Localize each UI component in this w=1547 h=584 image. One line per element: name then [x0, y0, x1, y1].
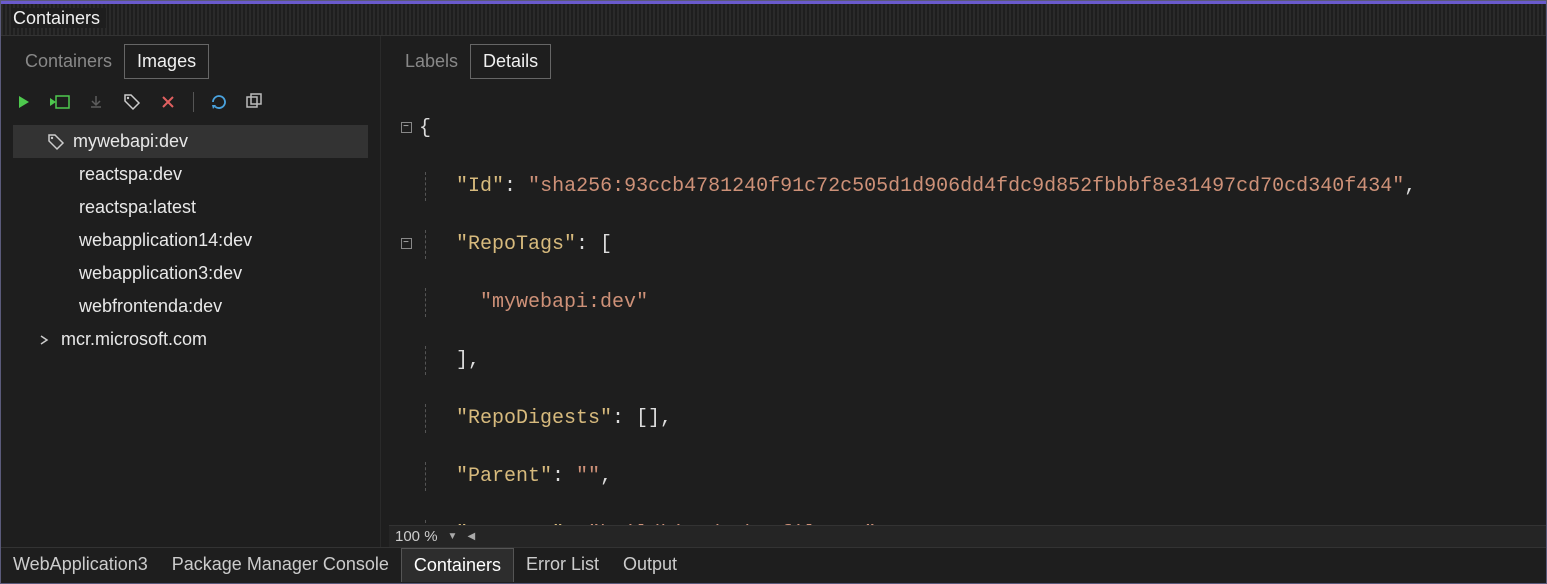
list-item-label: mywebapi:dev — [73, 131, 188, 152]
list-item[interactable]: reactspa:latest — [13, 191, 368, 224]
json-value-id: sha256:93ccb4781240f91c72c505d1d906dd4fd… — [540, 175, 1392, 198]
fold-toggle[interactable]: − — [401, 122, 412, 133]
prune-icon[interactable] — [244, 91, 266, 113]
list-item[interactable]: mcr.microsoft.com — [13, 323, 368, 356]
left-toolbar — [13, 87, 368, 121]
list-item-label: mcr.microsoft.com — [61, 329, 207, 350]
tab-labels[interactable]: Labels — [393, 45, 470, 78]
toolbar-separator — [193, 92, 194, 112]
tag-icon[interactable] — [121, 91, 143, 113]
list-item[interactable]: reactspa:dev — [13, 158, 368, 191]
bottom-tab-errorlist[interactable]: Error List — [514, 548, 611, 581]
tab-images[interactable]: Images — [124, 44, 209, 79]
delete-icon[interactable] — [157, 91, 179, 113]
bottom-tab-containers[interactable]: Containers — [401, 548, 514, 582]
json-viewer[interactable]: −{ "Id": "sha256:93ccb4781240f91c72c505d… — [389, 85, 1546, 525]
list-item-label: webapplication3:dev — [79, 263, 242, 284]
list-item-label: webfrontenda:dev — [79, 296, 222, 317]
zoom-bar: 100 % ▼ ◀ — [389, 525, 1546, 547]
bottom-tab-output[interactable]: Output — [611, 548, 689, 581]
zoom-level[interactable]: 100 % — [395, 528, 438, 545]
right-tabs: Labels Details — [389, 44, 1546, 79]
left-tabs: Containers Images — [13, 44, 368, 79]
list-item[interactable]: webfrontenda:dev — [13, 290, 368, 323]
download-icon[interactable] — [85, 91, 107, 113]
bottom-tabs: WebApplication3 Package Manager Console … — [1, 547, 1546, 581]
chevron-right-icon[interactable] — [39, 335, 53, 345]
json-value-repotag: mywebapi:dev — [492, 291, 636, 314]
json-value-comment: buildkit.dockerfile.v0 — [600, 523, 864, 525]
refresh-icon[interactable] — [208, 91, 230, 113]
right-panel: Labels Details −{ "Id": "sha256:93ccb478… — [381, 36, 1546, 547]
bottom-tab-pmc[interactable]: Package Manager Console — [160, 548, 401, 581]
image-list: mywebapi:dev reactspa:dev reactspa:lates… — [13, 125, 368, 356]
bottom-tab-webapplication3[interactable]: WebApplication3 — [1, 548, 160, 581]
panel-titlebar[interactable]: Containers — [1, 4, 1546, 36]
tab-containers[interactable]: Containers — [13, 45, 124, 78]
tag-icon — [47, 133, 65, 151]
zoom-dropdown-icon[interactable]: ▼ — [448, 531, 458, 542]
left-panel: Containers Images — [1, 36, 381, 547]
tab-details[interactable]: Details — [470, 44, 551, 79]
list-item-label: reactspa:latest — [79, 197, 196, 218]
fold-toggle[interactable]: − — [401, 238, 412, 249]
list-item[interactable]: webapplication14:dev — [13, 224, 368, 257]
list-item-label: webapplication14:dev — [79, 230, 252, 251]
list-item-label: reactspa:dev — [79, 164, 182, 185]
panel-title: Containers — [13, 8, 106, 28]
play-icon[interactable] — [13, 91, 35, 113]
run-window-icon[interactable] — [49, 91, 71, 113]
list-item[interactable]: mywebapi:dev — [13, 125, 368, 158]
scroll-left-icon[interactable]: ◀ — [467, 531, 475, 542]
list-item[interactable]: webapplication3:dev — [13, 257, 368, 290]
